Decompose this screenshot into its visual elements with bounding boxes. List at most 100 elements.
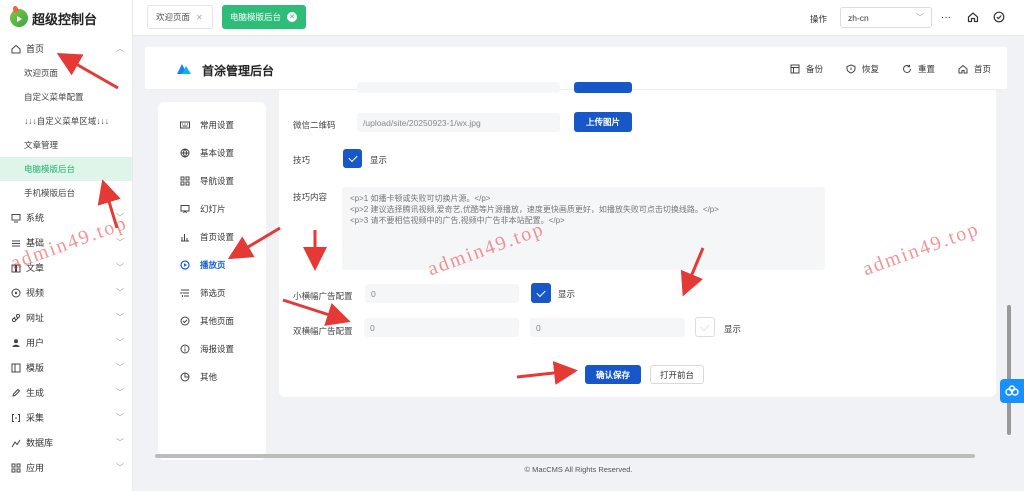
play-page-form: 微信二维码 /upload/site/20250923-1/wx.jpg 上传图… [279, 82, 996, 397]
collect-icon [11, 413, 21, 423]
operation-menu[interactable]: 操作 [810, 13, 827, 25]
chevron-down-icon: ﹀ [116, 288, 124, 297]
horizontal-scrollbar[interactable] [145, 452, 1007, 460]
nav-navigation-settings[interactable]: 导航设置 [180, 175, 234, 187]
sidebar-item-articles[interactable]: 文章管理 [0, 133, 132, 157]
copyright-text: © MacCMS All Rights Reserved. [524, 465, 633, 474]
nav-other-pages[interactable]: 其他页面 [180, 315, 234, 327]
close-icon[interactable]: ✕ [287, 12, 298, 22]
check-circle-icon[interactable] [992, 10, 1006, 24]
footer: © MacCMS All Rights Reserved. [133, 460, 1024, 491]
panel-title: 首涂管理后台 [202, 64, 275, 78]
link-icon [11, 313, 21, 323]
small-ad-label: 小横幅广告配置 [293, 291, 353, 301]
chevron-down-icon: ﹀ [116, 463, 124, 472]
sidebar-group-generate[interactable]: 生成 ﹀ [0, 380, 132, 405]
home-button[interactable]: 首页 [957, 63, 991, 75]
home-icon [957, 64, 968, 75]
app-logo[interactable]: 超级控制台 [0, 0, 132, 36]
open-frontend-button[interactable]: 打开前台 [650, 365, 704, 384]
sidebar-item-pc-template[interactable]: 电脑模版后台 [0, 157, 132, 181]
chevron-down-icon: ﹀ [116, 238, 124, 247]
sidebar-group-database[interactable]: 数据库 ﹀ [0, 430, 132, 455]
confirm-save-button[interactable]: 确认保存 [585, 365, 641, 384]
backup-button[interactable]: 备份 [789, 63, 823, 75]
chevron-down-icon: ﹀ [116, 413, 124, 422]
grid-icon [180, 176, 190, 186]
restore-button[interactable]: 恢复 [845, 63, 879, 75]
edit-icon [11, 388, 21, 398]
chevron-down-icon: ﹀ [116, 363, 124, 372]
chevron-up-icon: ︿ [116, 44, 124, 53]
tab-welcome[interactable]: 欢迎页面 ✕ [147, 5, 213, 29]
language-select[interactable]: zh-cn ﹀ [840, 7, 932, 28]
small-ad-show-label: 显示 [558, 289, 576, 299]
nav-slides[interactable]: 幻灯片 [180, 203, 226, 215]
sidebar-item-mobile-template[interactable]: 手机模版后台 [0, 181, 132, 205]
pie-icon [180, 372, 190, 382]
check-circle-icon [180, 316, 190, 326]
tab-pc-template[interactable]: 电脑模版后台 ✕ [222, 5, 306, 29]
tips-content-label: 技巧内容 [293, 192, 328, 202]
sidebar-item-custom-area[interactable]: ↓↓↓自定义菜单区域↓↓↓ [0, 109, 132, 133]
settings-nav: 常用设置 基本设置 导航设置 幻灯片 首页设置 播放页 筛选页 其他页面 海报设… [158, 102, 266, 460]
sidebar-group-apps[interactable]: 应用 ﹀ [0, 455, 132, 480]
sidebar-group-template[interactable]: 模版 ﹀ [0, 355, 132, 380]
horizontal-scroll-thumb[interactable] [155, 454, 975, 458]
upload-image-button[interactable]: 上传图片 [574, 112, 632, 132]
apps-icon [11, 463, 21, 473]
previous-field-input[interactable] [357, 82, 560, 93]
vertical-scroll-thumb[interactable] [1007, 305, 1011, 435]
layers-icon [11, 238, 21, 248]
reset-button[interactable]: 重置 [901, 63, 935, 75]
double-ad-input-2[interactable]: 0 [530, 318, 685, 337]
small-ad-input[interactable]: 0 [365, 284, 519, 303]
refresh-icon [901, 64, 912, 75]
database-icon [11, 438, 21, 448]
double-ad-input-1[interactable]: 0 [364, 318, 519, 337]
home-icon[interactable] [966, 10, 980, 24]
nav-poster-settings[interactable]: 海报设置 [180, 343, 234, 355]
double-ad-show-checkbox[interactable] [695, 317, 715, 337]
floating-widget-button[interactable] [1000, 379, 1024, 403]
logo-icon [10, 9, 28, 27]
small-ad-show-checkbox[interactable] [531, 283, 551, 303]
nav-home-settings[interactable]: 首页设置 [180, 231, 234, 243]
nav-filter-page[interactable]: 筛选页 [180, 287, 226, 299]
globe-icon [180, 148, 190, 158]
sidebar-item-welcome[interactable]: 欢迎页面 [0, 61, 132, 85]
wechat-qr-input[interactable]: /upload/site/20250923-1/wx.jpg [357, 113, 560, 132]
sidebar-group-home[interactable]: 首页 ︿ [0, 36, 132, 61]
nav-play-page[interactable]: 播放页 [180, 259, 226, 271]
sidebar-group-url[interactable]: 网址 ﹀ [0, 305, 132, 330]
app-title: 超级控制台 [32, 11, 98, 27]
more-icon[interactable]: ··· [939, 10, 953, 24]
tips-show-checkbox[interactable] [343, 149, 362, 168]
tips-content-textarea[interactable]: <p>1 如播卡顿或失败可切换片源。</p> <p>2 建议选择腾讯视频,爱奇艺… [342, 187, 825, 270]
nav-basic-settings[interactable]: 基本设置 [180, 147, 234, 159]
home-icon [11, 44, 21, 54]
double-ad-label: 双横幅广告配置 [293, 326, 353, 336]
top-bar: 欢迎页面 ✕ 电脑模版后台 ✕ 操作 zh-cn ﹀ ··· [133, 0, 1024, 36]
chevron-down-icon: ﹀ [116, 313, 124, 322]
slides-icon [180, 204, 190, 214]
sidebar-group-video[interactable]: 视频 ﹀ [0, 280, 132, 305]
play-icon [180, 260, 190, 270]
user-icon [11, 338, 21, 348]
close-icon[interactable]: ✕ [196, 13, 203, 22]
sidebar-group-collect[interactable]: 采集 ﹀ [0, 405, 132, 430]
nav-common-settings[interactable]: 常用设置 [180, 119, 234, 131]
previous-upload-button[interactable] [574, 82, 632, 93]
sidebar-group-user[interactable]: 用户 ﹀ [0, 330, 132, 355]
tips-label: 技巧 [293, 155, 311, 165]
chevron-down-icon: ﹀ [916, 13, 924, 22]
nav-other[interactable]: 其他 [180, 371, 217, 383]
tips-show-label: 显示 [370, 155, 388, 165]
bar-chart-icon [180, 232, 190, 242]
shield-icon [845, 64, 856, 75]
backup-icon [789, 64, 800, 75]
chevron-down-icon: ﹀ [116, 338, 124, 347]
brand-logo-icon [177, 64, 191, 74]
chevron-down-icon: ﹀ [116, 438, 124, 447]
sidebar-item-custom-menu[interactable]: 自定义菜单配置 [0, 85, 132, 109]
